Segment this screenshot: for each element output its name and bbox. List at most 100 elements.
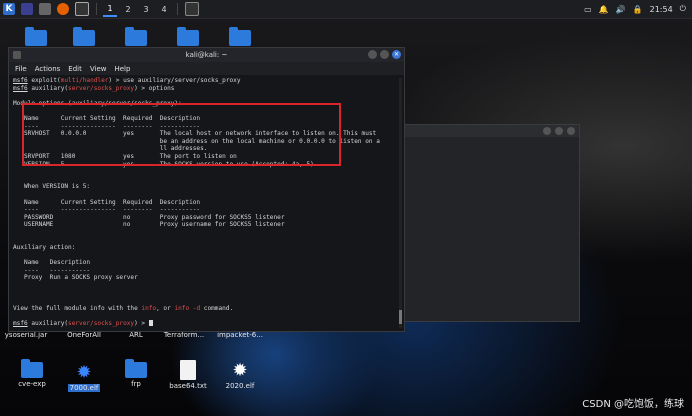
highlight-box	[22, 103, 341, 166]
show-desktop-icon[interactable]	[21, 3, 33, 15]
minimize-button[interactable]	[368, 50, 377, 59]
terminal-text: server/socks_proxy	[68, 320, 135, 327]
desktop-folder[interactable]	[108, 27, 164, 48]
terminal-text: server/socks_proxy	[68, 84, 135, 92]
watermark: CSDN @吃饱饭，练球	[582, 399, 684, 410]
menu-edit[interactable]: Edit	[68, 65, 82, 73]
desktop-item-base64-txt[interactable]: base64.txt	[160, 360, 216, 390]
terminal-text: multi/handler	[60, 77, 109, 84]
terminal-line: Name Description	[13, 259, 400, 267]
desktop-item-oneforall[interactable]: OneForAll	[56, 331, 112, 339]
volume-icon[interactable]: 🔊	[616, 5, 626, 14]
workspace-4[interactable]: 4	[157, 2, 171, 16]
gear-icon: ✹	[76, 361, 92, 383]
menu-actions[interactable]: Actions	[35, 65, 61, 73]
desktop-item-label: base64.txt	[169, 382, 207, 390]
terminal-line: msf6 auxiliary(server/socks_proxy) >	[13, 320, 400, 328]
file-manager-icon[interactable]	[39, 3, 51, 15]
terminal-text: Auxiliary action:	[13, 244, 76, 252]
firefox-icon[interactable]	[57, 3, 69, 15]
terminal-text: info	[141, 304, 157, 312]
terminal-text: msf6	[13, 77, 28, 84]
window-title: kali@kali: ~	[185, 51, 228, 59]
menu-help[interactable]: Help	[114, 65, 130, 73]
desktop-item-7000-elf[interactable]: ✹ 7000.elf	[56, 362, 112, 392]
terminal-text: msf6	[13, 84, 28, 92]
system-tray: ▭ 🔔 🔊 🔒 21:54 ⏻	[584, 0, 686, 18]
menu-view[interactable]: View	[90, 65, 107, 73]
desktop-item-label: frp	[131, 380, 141, 388]
terminal-task-icon[interactable]	[185, 2, 199, 16]
terminal-text: Name Current Setting Required Descriptio…	[13, 198, 201, 206]
terminal-scrollbar[interactable]	[399, 78, 402, 328]
terminal-text: msf6	[13, 320, 28, 327]
terminal-line: View the full module info with the info,…	[13, 305, 400, 313]
terminal-text: auxiliary(	[27, 320, 69, 327]
text-cursor	[148, 320, 153, 326]
desktop-item-label: cve-exp	[18, 380, 46, 388]
terminal-line: msf6 auxiliary(server/socks_proxy) > opt…	[13, 85, 400, 93]
terminal-window[interactable]: kali@kali: ~ ✕ File Actions Edit View He…	[8, 47, 405, 332]
taskbar-separator	[96, 3, 97, 15]
desktop-item-label: 2020.elf	[225, 382, 255, 390]
gear-icon: ✹	[232, 359, 248, 381]
terminal-text: ) > use auxiliary/server/socks_proxy	[108, 77, 241, 84]
lock-icon[interactable]: 🔒	[633, 5, 643, 14]
terminal-line: PASSWORD no Proxy password for SOCKS5 li…	[13, 214, 400, 222]
terminal-text: ---- --------------- -------- ----------…	[13, 206, 201, 214]
terminal-text: When VERSION is 5:	[13, 183, 91, 191]
maximize-button[interactable]	[380, 50, 389, 59]
terminal-line: msf6 exploit(multi/handler) > use auxili…	[13, 77, 400, 85]
kali-menu-icon[interactable]: K	[3, 3, 15, 15]
terminal-line: ---- --------------- -------- ----------…	[13, 206, 400, 214]
desktop-item-terraform[interactable]: Terraform...	[156, 331, 212, 339]
terminal-text: exploit(	[27, 77, 61, 84]
desktop-folder[interactable]	[56, 27, 112, 48]
menu-file[interactable]: File	[15, 65, 27, 73]
text-file-icon	[180, 360, 196, 380]
desktop-item-2020-elf[interactable]: ✹ 2020.elf	[212, 359, 268, 391]
terminal-titlebar[interactable]: kali@kali: ~ ✕	[9, 48, 404, 62]
terminal-line: ---- -----------	[13, 267, 400, 275]
window-titlebar[interactable]	[403, 125, 579, 137]
close-button[interactable]: ✕	[392, 50, 401, 59]
desktop-item-label: 7000.elf	[67, 384, 101, 392]
taskbar: K 1 2 3 4 ▭ 🔔 🔊 🔒 21:54 ⏻	[0, 0, 692, 19]
terminal-text: ) >	[134, 320, 149, 327]
desktop-item-ysoserial[interactable]: ysoserial.jar	[0, 331, 54, 339]
workspace-2[interactable]: 2	[121, 2, 135, 16]
terminal-text: Proxy Run a SOCKS proxy server	[13, 274, 138, 282]
monitor-icon[interactable]: ▭	[584, 5, 592, 14]
desktop-item-impacket[interactable]: impacket-6...	[212, 331, 268, 339]
desktop-item-frp[interactable]: frp	[108, 359, 164, 388]
workspace-1[interactable]: 1	[103, 1, 117, 17]
terminal-line: Auxiliary action:	[13, 244, 400, 252]
terminal-icon[interactable]	[75, 2, 89, 16]
home-folder[interactable]	[212, 27, 268, 48]
power-icon[interactable]: ⏻	[680, 4, 686, 14]
clock[interactable]: 21:54	[650, 5, 673, 14]
terminal-text: auxiliary(	[27, 84, 69, 92]
terminal-line: Name Current Setting Required Descriptio…	[13, 199, 400, 207]
terminal-text: command.	[200, 304, 234, 312]
terminal-text: PASSWORD no Proxy password for SOCKS5 li…	[13, 213, 285, 221]
terminal-app-icon	[13, 51, 21, 59]
desktop-item-cve-exp[interactable]: cve-exp	[4, 359, 60, 388]
terminal-text: info -d	[174, 304, 201, 312]
background-window[interactable]	[402, 124, 580, 322]
bell-icon[interactable]: 🔔	[599, 5, 609, 14]
workspace-3[interactable]: 3	[139, 2, 153, 16]
desktop-folder[interactable]	[160, 27, 216, 48]
terminal-text: Name Description	[13, 259, 91, 267]
terminal-menubar: File Actions Edit View Help	[9, 62, 404, 75]
folder-icon	[125, 359, 147, 378]
terminal-line: USERNAME no Proxy username for SOCKS5 li…	[13, 221, 400, 229]
